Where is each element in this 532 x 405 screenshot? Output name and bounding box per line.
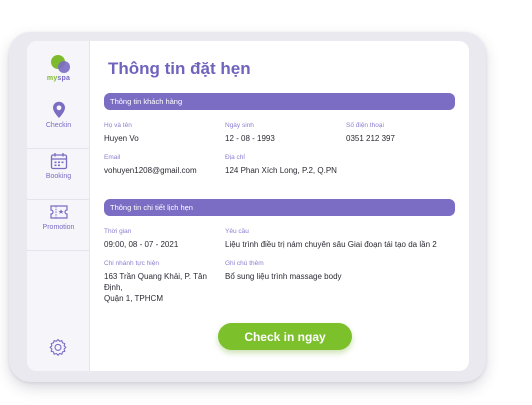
branch-line-1: 163 Trần Quang Khải, P. Tân Định, xyxy=(104,272,207,292)
app-logo: myspa xyxy=(27,55,90,82)
section-header-booking: Thông tin chi tiết lịch hẹn xyxy=(104,199,455,216)
field-address: Địa chỉ 124 Phan Xích Long, P.2, Q.PN xyxy=(225,154,337,176)
main-content: Thông tin đặt hẹn Thông tin khách hàng H… xyxy=(90,41,469,371)
location-pin-icon xyxy=(52,101,65,118)
check-in-button[interactable]: Check in ngay xyxy=(218,323,352,350)
sidebar-label-checkin: Checkin xyxy=(45,122,72,129)
field-time: Thời gian 09:00, 08 - 07 - 2021 xyxy=(104,228,178,250)
branch-line-2: Quận 1, TPHCM xyxy=(104,294,163,303)
sidebar-label-promotion: Promotion xyxy=(42,224,75,231)
field-label: Thời gian xyxy=(104,228,132,235)
sidebar-label-booking: Booking xyxy=(45,173,72,180)
field-label: Chi nhánh tực hiện xyxy=(104,260,159,267)
logo-text: myspa xyxy=(46,75,71,82)
field-label: Ngày sinh xyxy=(225,122,254,129)
field-email: Email vohuyen1208@gmail.com xyxy=(104,154,197,176)
field-value: Liệu trình điều trị nám chuyên sâu Giai … xyxy=(225,240,437,249)
field-dob: Ngày sinh 12 - 08 - 1993 xyxy=(225,122,275,144)
field-value: 0351 212 397 xyxy=(346,134,395,143)
field-request: Yêu cầu Liệu trình điều trị nám chuyên s… xyxy=(225,228,465,250)
logo-mark xyxy=(46,55,72,75)
field-value: Bổ sung liệu trình massage body xyxy=(225,272,342,281)
section-header-customer: Thông tin khách hàng xyxy=(104,93,455,110)
gear-icon xyxy=(49,338,67,356)
field-value: vohuyen1208@gmail.com xyxy=(104,166,197,175)
app-screen: myspa Checkin Booking Promotion Thông ti… xyxy=(27,41,469,371)
field-label: Số điện thoại xyxy=(346,122,384,129)
field-value: 163 Trần Quang Khải, P. Tân Định, Quận 1… xyxy=(104,271,222,304)
sidebar-item-booking[interactable]: Booking xyxy=(27,152,90,200)
field-label: Ghi chú thêm xyxy=(225,260,264,267)
calendar-icon xyxy=(50,153,67,170)
field-phone: Số điện thoại 0351 212 397 xyxy=(346,122,395,144)
field-label: Họ và tên xyxy=(104,122,132,129)
field-branch: Chi nhánh tực hiện 163 Trần Quang Khải, … xyxy=(104,260,222,304)
field-label: Email xyxy=(104,154,121,161)
field-value: 12 - 08 - 1993 xyxy=(225,134,275,143)
field-value: 09:00, 08 - 07 - 2021 xyxy=(104,240,179,249)
field-name: Họ và tên Huyen Vo xyxy=(104,122,139,144)
ticket-icon xyxy=(49,205,68,219)
field-label: Yêu cầu xyxy=(225,228,249,235)
field-note: Ghi chú thêm Bổ sung liệu trình massage … xyxy=(225,260,342,282)
field-value: 124 Phan Xích Long, P.2, Q.PN xyxy=(225,166,337,175)
field-label: Địa chỉ xyxy=(225,154,245,161)
sidebar-item-promotion[interactable]: Promotion xyxy=(27,203,90,251)
field-value: Huyen Vo xyxy=(104,134,139,143)
settings-button[interactable] xyxy=(48,338,68,358)
sidebar-item-checkin[interactable]: Checkin xyxy=(27,101,90,149)
page-title: Thông tin đặt hẹn xyxy=(108,59,251,78)
sidebar: myspa Checkin Booking Promotion xyxy=(27,41,90,371)
